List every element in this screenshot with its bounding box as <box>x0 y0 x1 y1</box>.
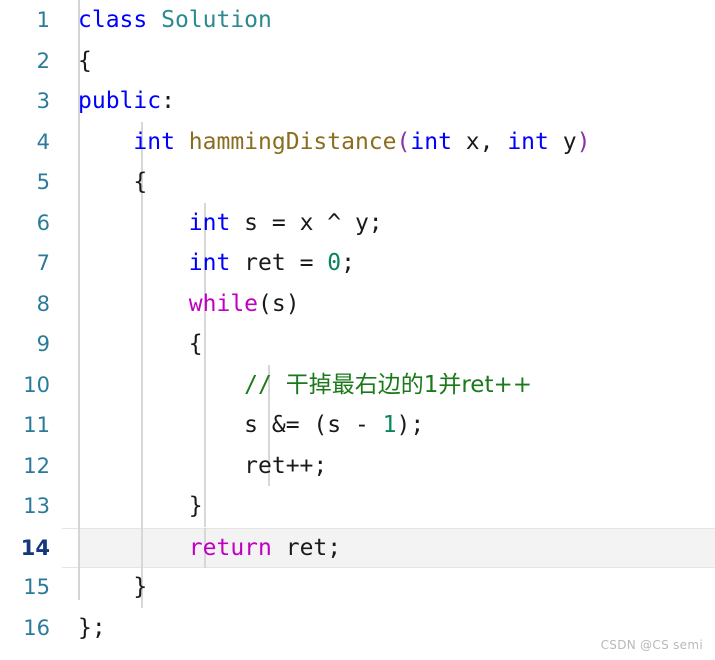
token-while-condition: (s) <box>258 290 300 317</box>
code-line-5[interactable]: { <box>78 162 147 203</box>
token-keyword-int-return: int <box>133 128 175 155</box>
code-line-6[interactable]: int s = x ^ y; <box>78 203 383 244</box>
token-keyword-int-param-y: int <box>507 128 549 155</box>
token-paren-close: ) <box>576 128 591 155</box>
token-type-solution: Solution <box>147 7 272 33</box>
token-keyword-int-ret: int <box>188 250 231 276</box>
token-expression-xor: s = x ^ y; <box>230 209 383 236</box>
token-colon: : <box>161 88 175 114</box>
token-keyword-int-param-x: int <box>410 128 452 155</box>
token-brace-open-class: { <box>78 47 92 74</box>
code-line-15[interactable]: } <box>78 567 147 608</box>
token-brace-close-while: } <box>188 493 203 519</box>
token-brace-open-while: { <box>188 331 203 357</box>
token-keyword-while: while <box>188 290 259 317</box>
code-line-1[interactable]: class Solution <box>78 0 272 41</box>
code-content[interactable]: class Solution { public: int hammingDist… <box>0 0 715 660</box>
token-and-assign-expr: s &= (s - <box>244 412 383 438</box>
code-editor[interactable]: 1 2 3 4 5 6 7 8 9 10 11 12 13 14 15 16 c… <box>0 0 715 660</box>
token-assign-ret: ret = <box>230 250 328 276</box>
code-line-10[interactable]: // 干掉最右边的1并ret++ <box>78 365 532 406</box>
token-paren-open: ( <box>396 128 411 155</box>
code-line-9[interactable]: { <box>78 324 203 365</box>
token-comment-slashes: // <box>244 371 286 398</box>
token-keyword-public: public <box>78 88 162 114</box>
token-brace-open-func: { <box>133 169 148 195</box>
code-line-4[interactable]: int hammingDistance(int x, int y) <box>78 122 590 163</box>
token-keyword-class: class <box>78 7 148 33</box>
token-semicolon: ; <box>341 250 355 276</box>
token-param-x: x, <box>451 128 508 155</box>
code-line-8[interactable]: while(s) <box>78 284 300 325</box>
code-line-16[interactable]: }; <box>78 608 106 649</box>
code-line-7[interactable]: int ret = 0; <box>78 243 355 284</box>
token-comment-text: 干掉最右边的1并ret++ <box>285 371 533 398</box>
token-and-assign-close: ); <box>396 412 425 438</box>
token-keyword-int-s: int <box>188 209 231 236</box>
code-line-12[interactable]: ret++; <box>78 446 327 487</box>
code-line-13[interactable]: } <box>78 486 203 527</box>
token-keyword-return: return <box>188 534 272 561</box>
code-line-3[interactable]: public: <box>78 81 175 122</box>
token-ret-increment: ret++; <box>244 452 328 479</box>
token-param-y: y <box>548 128 577 155</box>
token-brace-close-func: } <box>133 574 148 600</box>
code-line-11[interactable]: s &= (s - 1); <box>78 405 424 446</box>
token-brace-close-class: }; <box>78 614 106 641</box>
watermark: CSDN @CS semi <box>600 638 703 652</box>
token-function-name: hammingDistance <box>188 128 397 155</box>
code-line-2[interactable]: { <box>78 41 92 82</box>
token-number-one: 1 <box>382 412 397 438</box>
code-line-14[interactable]: return ret; <box>78 528 341 569</box>
token-number-zero: 0 <box>327 250 342 276</box>
token-return-value: ret; <box>271 534 342 561</box>
